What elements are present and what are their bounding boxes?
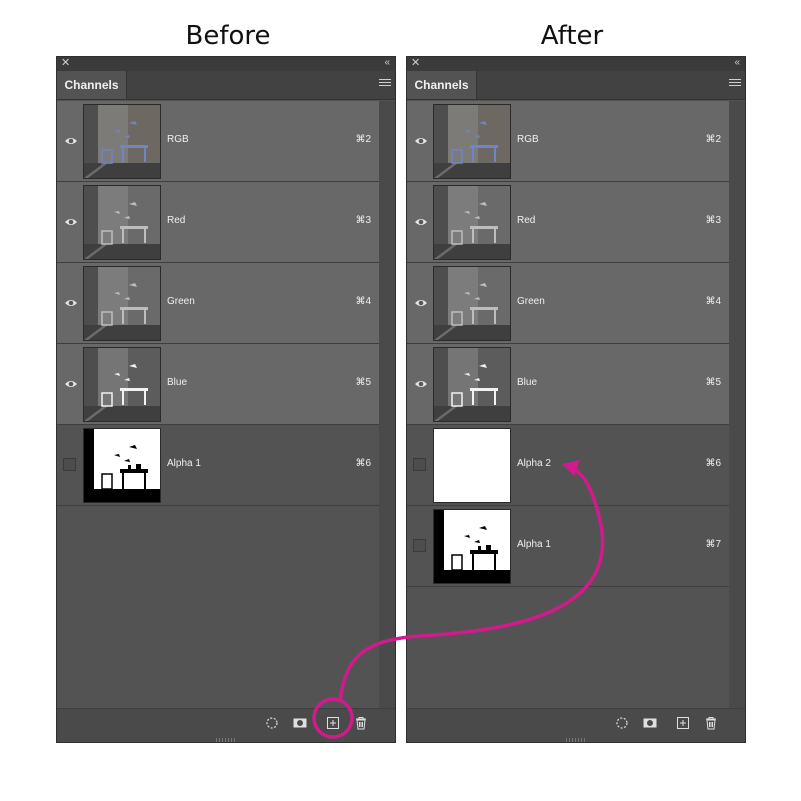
channel-row[interactable]: Green ⌘4 bbox=[57, 263, 379, 344]
new-channel-icon[interactable] bbox=[676, 716, 690, 730]
channel-thumbnail bbox=[83, 185, 161, 260]
channel-shortcut: ⌘2 bbox=[705, 134, 721, 145]
tab-channels[interactable]: Channels bbox=[57, 71, 127, 99]
channel-name: Blue bbox=[517, 377, 538, 388]
before-heading: Before bbox=[185, 21, 271, 51]
channel-shortcut: ⌘3 bbox=[355, 215, 371, 226]
load-selection-icon[interactable] bbox=[615, 716, 629, 730]
eye-icon[interactable] bbox=[414, 215, 428, 229]
scrollbar[interactable] bbox=[379, 101, 395, 709]
channel-list: RGB ⌘2 Red ⌘3 Green ⌘4 Blue ⌘5 Alpha 1 ⌘6 bbox=[57, 101, 379, 506]
panel-footer bbox=[407, 708, 745, 742]
visibility-toggle[interactable] bbox=[413, 458, 426, 471]
channel-thumbnail bbox=[83, 347, 161, 422]
channel-row[interactable]: Red ⌘3 bbox=[57, 182, 379, 263]
tab-strip: Channels bbox=[407, 71, 745, 100]
panel-menu-icon[interactable] bbox=[729, 79, 741, 91]
channel-name: Green bbox=[517, 296, 545, 307]
channel-row[interactable]: RGB ⌘2 bbox=[57, 101, 379, 182]
channel-row[interactable]: Alpha 1 ⌘6 bbox=[57, 425, 379, 506]
visibility-toggle[interactable] bbox=[413, 539, 426, 552]
channel-shortcut: ⌘4 bbox=[355, 296, 371, 307]
channel-thumbnail bbox=[433, 104, 511, 179]
close-icon[interactable]: ✕ bbox=[411, 56, 420, 70]
channel-shortcut: ⌘2 bbox=[355, 134, 371, 145]
panel-title-bar: ✕ « bbox=[57, 57, 395, 71]
delete-channel-icon[interactable] bbox=[354, 716, 368, 730]
eye-icon[interactable] bbox=[64, 377, 78, 391]
eye-icon[interactable] bbox=[414, 296, 428, 310]
save-selection-icon[interactable] bbox=[293, 716, 307, 730]
tab-channels[interactable]: Channels bbox=[407, 71, 477, 99]
eye-icon[interactable] bbox=[64, 134, 78, 148]
channel-name: RGB bbox=[517, 134, 539, 145]
channel-row[interactable]: Green ⌘4 bbox=[407, 263, 729, 344]
new-channel-icon[interactable] bbox=[326, 716, 340, 730]
eye-icon[interactable] bbox=[414, 134, 428, 148]
channels-panel-before: ✕ « Channels RGB ⌘2 Red ⌘3 Green ⌘4 Blue ⌘5 Alph… bbox=[56, 56, 396, 743]
delete-channel-icon[interactable] bbox=[704, 716, 718, 730]
channel-shortcut: ⌘6 bbox=[705, 458, 721, 469]
eye-icon[interactable] bbox=[414, 377, 428, 391]
channel-row[interactable]: Alpha 2 ⌘6 bbox=[407, 425, 729, 506]
close-icon[interactable]: ✕ bbox=[61, 56, 70, 70]
channel-row[interactable]: Blue ⌘5 bbox=[407, 344, 729, 425]
eye-icon[interactable] bbox=[64, 296, 78, 310]
eye-icon[interactable] bbox=[64, 215, 78, 229]
channel-row[interactable]: Alpha 1 ⌘7 bbox=[407, 506, 729, 587]
panel-title-bar: ✕ « bbox=[407, 57, 745, 71]
channel-thumbnail bbox=[433, 509, 511, 584]
channel-name: Red bbox=[167, 215, 186, 226]
channel-thumbnail bbox=[433, 185, 511, 260]
collapse-icon[interactable]: « bbox=[734, 56, 740, 70]
channel-thumbnail bbox=[433, 347, 511, 422]
channel-row[interactable]: Red ⌘3 bbox=[407, 182, 729, 263]
channel-list: RGB ⌘2 Red ⌘3 Green ⌘4 Blue ⌘5 Alpha 2 ⌘6 Alpha 1 ⌘… bbox=[407, 101, 729, 587]
channel-shortcut: ⌘7 bbox=[705, 539, 721, 550]
channel-thumbnail bbox=[433, 428, 511, 503]
tab-strip: Channels bbox=[57, 71, 395, 100]
channel-shortcut: ⌘5 bbox=[705, 377, 721, 388]
channel-name: Alpha 2 bbox=[517, 458, 551, 469]
channel-row[interactable]: RGB ⌘2 bbox=[407, 101, 729, 182]
channel-name: Alpha 1 bbox=[517, 539, 551, 550]
panel-footer bbox=[57, 708, 395, 742]
channel-name: Blue bbox=[167, 377, 188, 388]
collapse-icon[interactable]: « bbox=[384, 56, 390, 70]
channel-shortcut: ⌘3 bbox=[705, 215, 721, 226]
channel-row[interactable]: Blue ⌘5 bbox=[57, 344, 379, 425]
save-selection-icon[interactable] bbox=[643, 716, 657, 730]
resize-grip[interactable] bbox=[566, 738, 586, 742]
channel-name: Green bbox=[167, 296, 195, 307]
after-heading: After bbox=[540, 21, 604, 51]
load-selection-icon[interactable] bbox=[265, 716, 279, 730]
channel-thumbnail bbox=[83, 266, 161, 341]
channel-name: Alpha 1 bbox=[167, 458, 201, 469]
scrollbar[interactable] bbox=[729, 101, 745, 709]
channel-thumbnail bbox=[433, 266, 511, 341]
channel-name: Red bbox=[517, 215, 536, 226]
visibility-toggle[interactable] bbox=[63, 458, 76, 471]
channel-shortcut: ⌘5 bbox=[355, 377, 371, 388]
resize-grip[interactable] bbox=[216, 738, 236, 742]
panel-menu-icon[interactable] bbox=[379, 79, 391, 91]
channel-name: RGB bbox=[167, 134, 189, 145]
channel-shortcut: ⌘4 bbox=[705, 296, 721, 307]
channel-thumbnail bbox=[83, 428, 161, 503]
channel-shortcut: ⌘6 bbox=[355, 458, 371, 469]
channel-thumbnail bbox=[83, 104, 161, 179]
channels-panel-after: ✕ « Channels RGB ⌘2 Red ⌘3 Green ⌘4 Blue ⌘5 Alph… bbox=[406, 56, 746, 743]
